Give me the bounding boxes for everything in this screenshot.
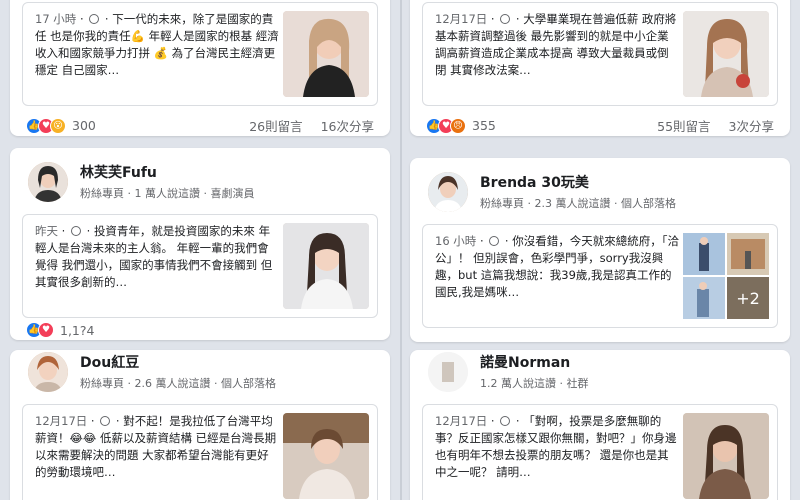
page-header: Dou紅豆 粉絲專頁 · 2.6 萬人說這讚 · 個人部落格 [10,350,390,392]
post-stats: 👍 ♥ 1,1?4 [10,318,390,338]
reactions[interactable]: 👍 ♥ 😮 300 [26,117,96,134]
post-time: 12月17日 [435,12,488,26]
globe-icon [70,226,81,236]
post-time: 17 小時 [35,12,77,26]
post-card-norman: 諾曼Norman 1.2 萬人說這讚 · 社群 12月17日 · · 「對啊，投… [410,350,790,500]
post-preview[interactable]: 16 小時 · · 你沒看錯，今天就來總統府，「洽公」！ 但別誤會，色彩學門爭，… [422,224,778,328]
angry-reaction-icon: 😠 [450,117,466,134]
globe-icon [89,14,100,24]
post-text-block: 12月17日 · · 大學畢業現在普遍低薪 政府將基本薪資調整過後 最先影響到的… [435,12,677,77]
page-header: 林芙芙Fufu 粉絲專頁 · 1 萬人說這讚 · 喜劇演員 [10,148,390,202]
post-preview[interactable]: 12月17日 · · 「對啊，投票是多麼無聊的事？反正國家怎樣又跟你無關，對吧？… [422,404,778,500]
comment-count[interactable]: 26則留言 [249,119,302,134]
post-preview[interactable]: 12月17日 · · 大學畢業現在普遍低薪 政府將基本薪資調整過後 最先影響到的… [422,2,778,106]
reaction-count: 300 [72,118,96,133]
globe-icon [100,416,111,426]
page-name[interactable]: 諾曼Norman [480,354,588,372]
post-preview[interactable]: 17 小時 · · 下一代的未來，除了是國家的責任 也是你我的責任💪 年輕人是國… [22,2,378,106]
post-card-dou: Dou紅豆 粉絲專頁 · 2.6 萬人說這讚 · 個人部落格 12月17日 · … [10,350,390,500]
photo-3[interactable] [683,277,725,319]
share-count[interactable]: 3次分享 [729,119,774,134]
page-name[interactable]: Brenda 30玩美 [480,174,676,192]
post-time: 16 小時 [435,234,477,248]
share-count[interactable]: 16次分享 [321,119,374,134]
post-thumbnail[interactable] [283,11,369,97]
love-reaction-icon: ♥ [38,322,54,338]
page-subtitle: 粉絲專頁 · 2.3 萬人說這讚 · 個人部落格 [480,196,676,210]
globe-icon [489,236,500,246]
page-subtitle: 粉絲專頁 · 2.6 萬人說這讚 · 個人部落格 [80,376,276,390]
more-photos-count[interactable]: +2 [727,277,769,319]
post-text: 投資青年，就是投資國家的未來 年輕人是台灣未來的主人翁。 年輕一輩的我們會覺得 … [35,224,273,289]
post-thumbnail[interactable] [283,223,369,309]
reactions[interactable]: 👍 ♥ 😠 355 [426,117,496,134]
post-text-block: 17 小時 · · 下一代的未來，除了是國家的責任 也是你我的責任💪 年輕人是國… [35,12,279,77]
post-thumbnail[interactable] [283,413,369,499]
post-text-block: 12月17日 · · 「對啊，投票是多麼無聊的事？反正國家怎樣又跟你無關，對吧？… [435,414,677,479]
globe-icon [500,14,511,24]
post-card-brenda: Brenda 30玩美 粉絲專頁 · 2.3 萬人說這讚 · 個人部落格 16 … [410,158,790,342]
photo-4[interactable]: +2 [727,277,769,319]
reaction-count: 355 [472,118,496,133]
page-subtitle: 1.2 萬人說這讚 · 社群 [480,376,589,390]
photo-2[interactable] [727,233,769,275]
left-column: 17 小時 · · 下一代的未來，除了是國家的責任 也是你我的責任💪 年輕人是國… [10,0,402,500]
page-header: 諾曼Norman 1.2 萬人說這讚 · 社群 [410,350,790,392]
post-time: 昨天 [35,224,58,238]
photo-1[interactable] [683,233,725,275]
post-time: 12月17日 [35,414,88,428]
page-header: Brenda 30玩美 粉絲專頁 · 2.3 萬人說這讚 · 個人部落格 [410,158,790,212]
post-card-top-left: 17 小時 · · 下一代的未來，除了是國家的責任 也是你我的責任💪 年輕人是國… [10,0,390,136]
post-stats: 👍 ♥ 😮 300 26則留言 16次分享 [10,106,390,135]
avatar[interactable] [428,172,468,212]
globe-icon [500,416,511,426]
photo-grid[interactable]: +2 [683,233,769,319]
page-subtitle: 粉絲專頁 · 1 萬人說這讚 · 喜劇演員 [80,186,255,200]
post-thumbnail[interactable] [683,11,769,97]
right-column: 12月17日 · · 大學畢業現在普遍低薪 政府將基本薪資調整過後 最先影響到的… [410,0,800,500]
post-text-block: 16 小時 · · 你沒看錯，今天就來總統府，「洽公」！ 但別誤會，色彩學門爭，… [435,234,679,299]
reactions[interactable]: 👍 ♥ 1,1?4 [26,322,94,338]
post-card-top-right: 12月17日 · · 大學畢業現在普遍低薪 政府將基本薪資調整過後 最先影響到的… [410,0,790,136]
post-time: 12月17日 [435,414,488,428]
post-text-block: 12月17日 · · 對不起！是我拉低了台灣平均薪資！😂😂 低薪以及薪資結構 已… [35,414,277,479]
avatar[interactable] [28,352,68,392]
post-preview[interactable]: 12月17日 · · 對不起！是我拉低了台灣平均薪資！😂😂 低薪以及薪資結構 已… [22,404,378,500]
avatar[interactable] [428,352,468,392]
post-thumbnail[interactable] [683,413,769,499]
post-stats: 👍 ♥ 😠 355 55則留言 3次分享 [410,106,790,135]
comment-count[interactable]: 55則留言 [657,119,710,134]
post-preview[interactable]: 昨天 · · 投資青年，就是投資國家的未來 年輕人是台灣未來的主人翁。 年輕一輩… [22,214,378,318]
wow-reaction-icon: 😮 [50,117,66,134]
avatar[interactable] [28,162,68,202]
page-name[interactable]: 林芙芙Fufu [80,164,254,182]
post-card-fufu: 林芙芙Fufu 粉絲專頁 · 1 萬人說這讚 · 喜劇演員 昨天 · · 投資青… [10,148,390,340]
post-text-block: 昨天 · · 投資青年，就是投資國家的未來 年輕人是台灣未來的主人翁。 年輕一輩… [35,224,273,289]
page-name[interactable]: Dou紅豆 [80,354,276,372]
reaction-count: 1,1?4 [60,322,95,338]
